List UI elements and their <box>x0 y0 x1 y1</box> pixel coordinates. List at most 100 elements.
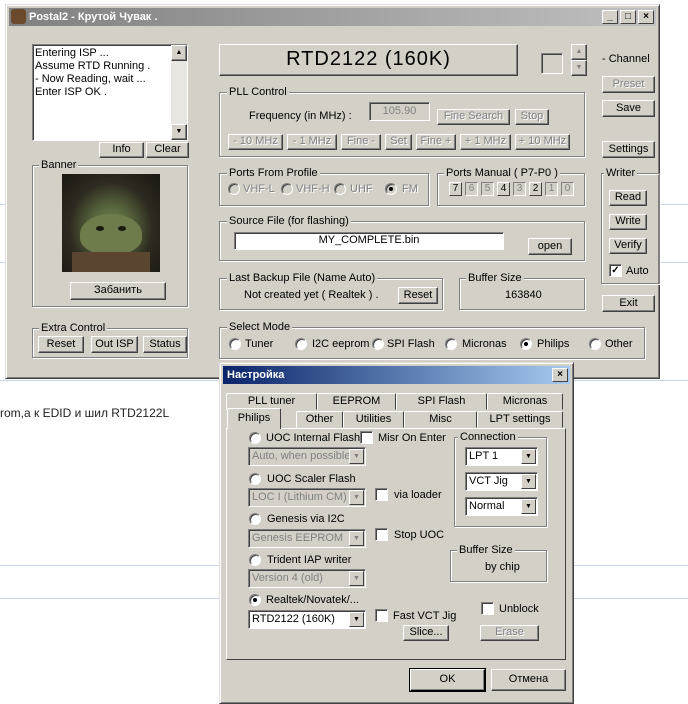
open-button[interactable]: open <box>528 238 572 255</box>
radio-realtek[interactable] <box>249 594 261 606</box>
realtek-chip-select[interactable]: RTD2122 (160K) ▼ <box>248 610 366 629</box>
plus-10mhz-button[interactable]: + 10 MHz <box>515 134 570 150</box>
auto-checkbox[interactable]: ✓ <box>609 264 622 277</box>
dropdown-arrow-icon[interactable]: ▼ <box>349 612 364 627</box>
dropdown-arrow-icon[interactable]: ▼ <box>349 571 364 586</box>
channel-box[interactable] <box>541 53 563 74</box>
dialog-titlebar: Настройка × <box>223 366 570 384</box>
fine-plus-button[interactable]: Fine + <box>416 134 456 150</box>
radio-uoc-scaler[interactable] <box>249 473 261 485</box>
trident-version-value: Version 4 (old) <box>252 572 323 584</box>
channel-down-icon[interactable]: ▼ <box>571 60 587 76</box>
tab-philips[interactable]: Philips <box>227 408 281 429</box>
port-digit[interactable]: 4 <box>497 182 510 196</box>
ban-button[interactable]: Забанить <box>70 282 166 300</box>
exit-button[interactable]: Exit <box>602 295 655 312</box>
connection-mode-select[interactable]: Normal ▼ <box>465 497 538 516</box>
tab-spi-flash[interactable]: SPI Flash <box>396 393 487 410</box>
source-file-field[interactable]: MY_COMPLETE.bin <box>234 232 504 250</box>
reset-button[interactable]: Reset <box>38 336 84 353</box>
misr-label: Misr On Enter <box>378 432 446 444</box>
loc-select[interactable]: LOC I (Lithium CM) ▼ <box>248 488 366 507</box>
lpt-port-select[interactable]: LPT 1 ▼ <box>465 447 538 466</box>
tab-utilities[interactable]: Utilities <box>343 411 404 428</box>
channel-up-icon[interactable]: ▲ <box>571 44 587 60</box>
close-icon[interactable]: × <box>638 10 654 24</box>
out-isp-button[interactable]: Out ISP <box>91 336 138 353</box>
dropdown-arrow-icon[interactable]: ▼ <box>349 531 364 546</box>
preset-button[interactable]: Preset <box>602 76 655 93</box>
radio-micronas[interactable] <box>445 338 457 350</box>
minus-10mhz-button[interactable]: - 10 MHz <box>228 134 283 150</box>
backup-reset-button[interactable]: Reset <box>398 287 438 304</box>
dropdown-arrow-icon[interactable]: ▼ <box>349 490 364 505</box>
erase-button[interactable]: Erase <box>480 625 539 641</box>
frequency-field[interactable]: 105.90 <box>369 102 430 121</box>
stop-button[interactable]: Stop <box>515 109 549 125</box>
uoc-mode-select[interactable]: Auto, when possible ▼ <box>248 447 366 466</box>
info-button[interactable]: Info <box>99 142 144 158</box>
fast-vct-checkbox[interactable] <box>375 609 388 622</box>
save-button[interactable]: Save <box>602 100 655 117</box>
port-digit[interactable]: 5 <box>481 182 494 196</box>
clear-button[interactable]: Clear <box>146 142 189 158</box>
dropdown-arrow-icon[interactable]: ▼ <box>521 474 536 489</box>
radio-other[interactable] <box>589 338 601 350</box>
port-digit[interactable]: 3 <box>513 182 526 196</box>
trident-version-select[interactable]: Version 4 (old) ▼ <box>248 569 366 588</box>
radio-fm[interactable] <box>385 183 397 195</box>
jig-select[interactable]: VCT Jig ▼ <box>465 472 538 491</box>
ok-button[interactable]: OK <box>409 668 486 692</box>
radio-genesis[interactable] <box>249 513 261 525</box>
plus-1mhz-button[interactable]: + 1 MHz <box>460 134 511 150</box>
tab-lpt-settings[interactable]: LPT settings <box>477 411 563 428</box>
minimize-icon[interactable]: _ <box>602 10 618 24</box>
radio-spi-flash[interactable] <box>372 338 384 350</box>
radio-i2c-eeprom[interactable] <box>295 338 307 350</box>
tab-micronas[interactable]: Micronas <box>487 393 563 410</box>
dialog-close-icon[interactable]: × <box>552 368 568 382</box>
port-digit[interactable]: 0 <box>561 182 574 196</box>
unblock-checkbox[interactable] <box>481 602 494 615</box>
radio-trident[interactable] <box>249 554 261 566</box>
log-scrollbar[interactable]: ▲ ▼ <box>171 45 187 140</box>
status-button[interactable]: Status <box>143 336 187 353</box>
write-button[interactable]: Write <box>609 214 647 230</box>
scroll-down-icon[interactable]: ▼ <box>171 124 187 140</box>
radio-uhf[interactable] <box>334 183 346 195</box>
port-digit[interactable]: 1 <box>545 182 558 196</box>
dropdown-arrow-icon[interactable]: ▼ <box>349 449 364 464</box>
radio-vhf-h[interactable] <box>281 183 293 195</box>
port-digit[interactable]: 7 <box>449 182 462 196</box>
via-loader-checkbox[interactable] <box>375 488 388 501</box>
set-button[interactable]: Set <box>385 134 412 150</box>
port-digit[interactable]: 2 <box>529 182 542 196</box>
radio-vhf-l[interactable] <box>228 183 240 195</box>
settings-button[interactable]: Settings <box>602 141 655 158</box>
ports-profile-label: Ports From Profile <box>227 167 320 179</box>
tab-misc[interactable]: Misc <box>404 411 477 428</box>
fine-minus-button[interactable]: Fine - <box>341 134 381 150</box>
read-button[interactable]: Read <box>609 190 647 206</box>
minus-1mhz-button[interactable]: - 1 MHz <box>287 134 337 150</box>
maximize-icon[interactable]: □ <box>620 10 636 24</box>
misr-checkbox[interactable] <box>360 431 373 444</box>
dropdown-arrow-icon[interactable]: ▼ <box>521 449 536 464</box>
tuner-label: Tuner <box>245 338 274 350</box>
stop-uoc-checkbox[interactable] <box>375 528 388 541</box>
fine-search-button[interactable]: Fine Search <box>437 109 510 125</box>
scroll-up-icon[interactable]: ▲ <box>171 45 187 61</box>
channel-label: - Channel <box>602 53 650 65</box>
tab-other[interactable]: Other <box>296 411 343 428</box>
slice-button[interactable]: Slice... <box>403 625 449 641</box>
radio-uoc-internal[interactable] <box>249 432 261 444</box>
radio-tuner[interactable] <box>229 338 241 350</box>
genesis-select[interactable]: Genesis EEPROM ▼ <box>248 529 366 548</box>
tab-eeprom[interactable]: EEPROM <box>317 393 396 410</box>
dropdown-arrow-icon[interactable]: ▼ <box>521 499 536 514</box>
verify-button[interactable]: Verify <box>609 238 647 254</box>
log-box[interactable]: Entering ISP ... Assume RTD Running . - … <box>32 44 188 141</box>
port-digit[interactable]: 6 <box>465 182 478 196</box>
cancel-button[interactable]: Отмена <box>491 669 566 691</box>
radio-philips[interactable] <box>520 338 532 350</box>
